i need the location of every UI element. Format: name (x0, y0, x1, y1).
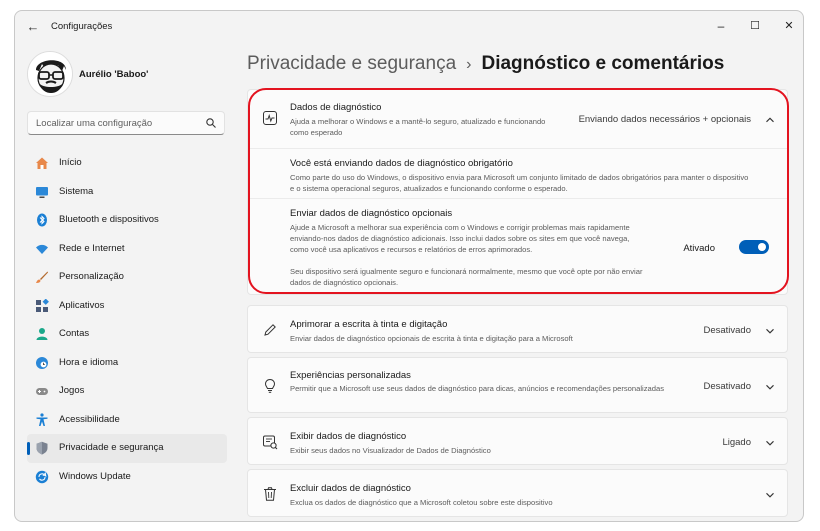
card-status: Desativado (703, 325, 751, 336)
home-icon (36, 157, 48, 169)
profile-name: Aurélio 'Baboo' (79, 69, 149, 80)
inking-typing-card[interactable]: Aprimorar a escrita à tinta e digitação … (247, 305, 788, 353)
sidebar-item-label: Hora e idioma (59, 356, 119, 368)
sidebar-item-label: Acessibilidade (59, 413, 120, 425)
search-box[interactable] (27, 111, 225, 135)
settings-content: Dados de diagnóstico Ajuda a melhorar o … (247, 89, 789, 521)
sidebar-item-label: Privacidade e segurança (59, 442, 164, 453)
card-title: Excluir dados de diagnóstico (290, 483, 411, 494)
diagnostic-viewer-card[interactable]: Exibir dados de diagnóstico Exibir seus … (247, 417, 788, 465)
sidebar-item-jogos[interactable]: Jogos (27, 377, 227, 406)
sidebar-nav: Início Sistema Bluetooth e dispositivos … (27, 149, 227, 491)
system-icon (36, 186, 48, 198)
account-icon (36, 328, 48, 340)
tailored-experiences-card[interactable]: Experiências personalizadas Permitir que… (247, 357, 788, 413)
card-title: Experiências personalizadas (290, 370, 411, 381)
breadcrumb-parent[interactable]: Privacidade e segurança (247, 53, 456, 74)
search-input[interactable] (36, 116, 196, 131)
minimize-button[interactable]: – (703, 15, 739, 37)
chevron-down-icon[interactable] (765, 382, 775, 392)
card-title: Aprimorar a escrita à tinta e digitação (290, 319, 448, 330)
data-viewer-icon (263, 435, 278, 450)
required-data-section: Você está enviando dados de diagnóstico … (248, 148, 787, 198)
optional-data-section: Enviar dados de diagnóstico opcionais Aj… (248, 198, 787, 296)
search-icon[interactable] (205, 117, 217, 129)
title-bar: ← Configurações – ☐ ✕ (15, 11, 803, 41)
diagnostic-data-header[interactable]: Dados de diagnóstico Ajuda a melhorar o … (248, 90, 787, 148)
trash-icon (264, 487, 276, 501)
lightbulb-icon (264, 378, 276, 393)
chevron-down-icon[interactable] (765, 490, 775, 500)
card-title: Exibir dados de diagnóstico (290, 431, 407, 442)
sidebar-item-label: Windows Update (59, 470, 131, 482)
window-title: Configurações (51, 21, 113, 32)
required-data-title: Você está enviando dados de diagnóstico … (290, 158, 513, 169)
sidebar-item-label: Início (59, 157, 82, 168)
card-description: Enviar dados de diagnóstico opcionais de… (290, 334, 573, 343)
card-description: Exibir seus dados no Visualizador de Dad… (290, 446, 491, 455)
gamepad-icon (36, 388, 48, 395)
optional-data-note: Seu dispositivo será igualmente seguro e… (290, 267, 643, 287)
chevron-down-icon[interactable] (765, 438, 775, 448)
wifi-icon (36, 244, 48, 254)
sidebar-item-label: Sistema (59, 185, 94, 197)
toggle-state-label: Ativado (683, 243, 715, 254)
card-status: Enviando dados necessários + opcionais (578, 114, 751, 125)
sidebar-item-label: Jogos (59, 385, 85, 396)
card-title: Dados de diagnóstico (290, 102, 382, 113)
optional-data-toggle[interactable] (739, 240, 769, 254)
sidebar-item-label: Personalização (59, 271, 124, 282)
sidebar-item-inicio[interactable]: Início (27, 149, 227, 178)
back-arrow-icon[interactable]: ← (25, 19, 41, 35)
card-description: Ajuda a melhorar o Windows e a mantê-lo … (290, 117, 546, 137)
breadcrumb: Privacidade e segurança › Diagnóstico e co… (247, 53, 724, 75)
delete-diagnostic-card[interactable]: Excluir dados de diagnóstico Exclua os d… (247, 469, 788, 517)
sidebar-item-rede[interactable]: Rede e Internet (27, 235, 227, 264)
bluetooth-icon (37, 213, 47, 227)
pen-icon (264, 324, 276, 336)
accessibility-icon (36, 412, 48, 426)
chevron-down-icon[interactable] (765, 326, 775, 336)
update-icon (35, 470, 49, 483)
breadcrumb-separator: › (466, 56, 472, 73)
page-title: Diagnóstico e comentários (481, 53, 725, 74)
chevron-up-icon[interactable] (765, 115, 775, 125)
sidebar-item-personalizacao[interactable]: Personalização (27, 263, 227, 292)
sidebar-item-label: Bluetooth e dispositivos (59, 214, 159, 225)
brush-icon (36, 271, 48, 283)
sidebar-item-label: Aplicativos (59, 299, 105, 311)
activity-icon (263, 111, 277, 125)
card-status: Ligado (722, 437, 751, 448)
sidebar-item-contas[interactable]: Contas (27, 320, 227, 349)
clock-globe-icon (36, 356, 48, 369)
sidebar-item-label: Contas (59, 328, 90, 339)
sidebar-item-sistema[interactable]: Sistema (27, 178, 227, 207)
avatar[interactable] (27, 51, 73, 97)
diagnostic-data-card: Dados de diagnóstico Ajuda a melhorar o … (247, 89, 788, 295)
required-data-description: Como parte do uso do Windows, o disposit… (290, 173, 749, 193)
apps-icon (36, 298, 49, 312)
card-status: Desativado (703, 381, 751, 392)
optional-data-title: Enviar dados de diagnóstico opcionais (290, 208, 453, 219)
sidebar-item-hora-idioma[interactable]: Hora e idioma (27, 349, 227, 378)
settings-window: ← Configurações – ☐ ✕ Aurélio 'Baboo' I (14, 10, 804, 522)
close-button[interactable]: ✕ (771, 15, 803, 37)
optional-data-description: Ajude a Microsoft a melhorar sua experiê… (290, 223, 630, 254)
avatar-drawing (28, 52, 72, 96)
sidebar-item-bluetooth[interactable]: Bluetooth e dispositivos (27, 206, 227, 235)
shield-icon (36, 441, 48, 455)
sidebar-item-acessibilidade[interactable]: Acessibilidade (27, 406, 227, 435)
sidebar-item-aplicativos[interactable]: Aplicativos (27, 292, 227, 321)
maximize-button[interactable]: ☐ (737, 15, 773, 37)
card-description: Permitir que a Microsoft use seus dados … (290, 384, 664, 393)
sidebar-item-label: Rede e Internet (59, 242, 125, 254)
sidebar-item-windows-update[interactable]: Windows Update (27, 463, 227, 492)
sidebar-item-privacidade[interactable]: Privacidade e segurança (27, 434, 227, 463)
card-description: Exclua os dados de diagnóstico que a Mic… (290, 498, 553, 507)
